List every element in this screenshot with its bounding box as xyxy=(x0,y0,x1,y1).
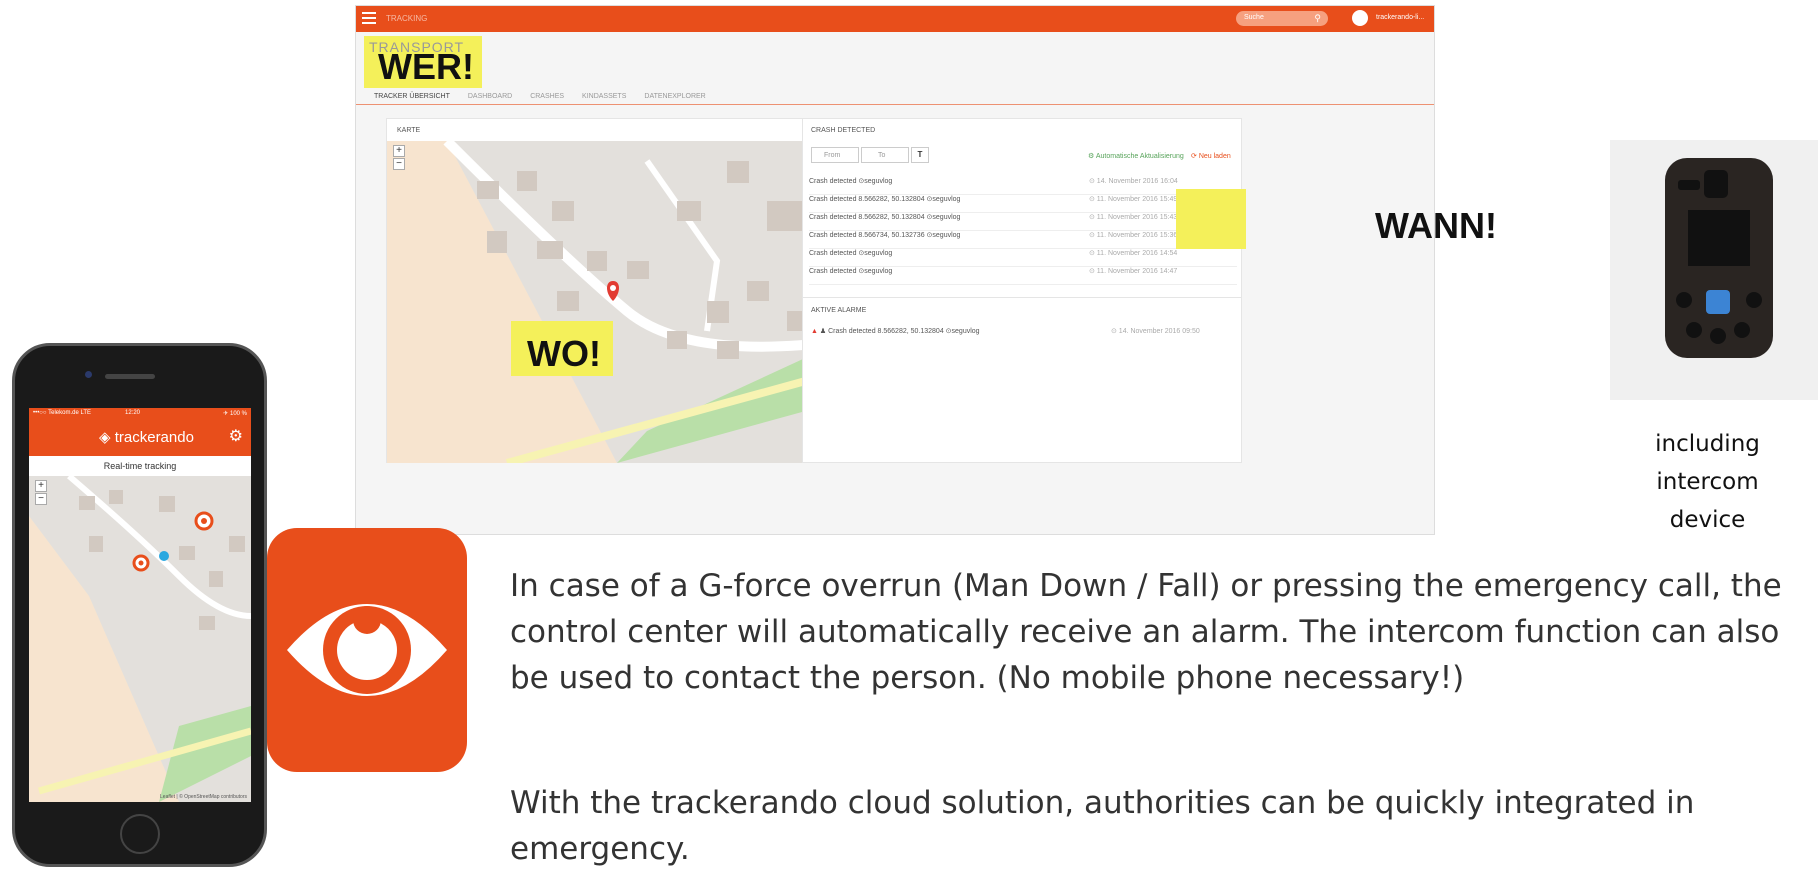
map-zoom-in-button[interactable]: + xyxy=(393,145,405,157)
crash-text: Crash detected ⊙seguvlog xyxy=(809,178,893,185)
filter-icon[interactable]: T xyxy=(911,147,929,163)
map-zoom-out-button[interactable]: − xyxy=(393,158,405,170)
map-view[interactable]: + − xyxy=(387,141,842,463)
status-battery: ✈ 100 % xyxy=(223,411,247,417)
menu-icon[interactable] xyxy=(362,12,376,24)
home-button[interactable] xyxy=(120,814,160,854)
phone-map-pin-2 xyxy=(132,554,150,572)
status-carrier: •••○○ Telekom.de LTE xyxy=(33,410,92,416)
tab-underline xyxy=(356,104,1434,105)
description-paragraph-2: With the trackerando cloud solution, aut… xyxy=(510,785,1695,867)
warning-icon: ▲ xyxy=(811,328,818,335)
list-item[interactable]: Crash detected 8.566282, 50.132804 ⊙segu… xyxy=(809,195,1237,213)
intercom-device-icon xyxy=(1665,158,1773,358)
map-panel-title: KARTE xyxy=(397,127,421,134)
auto-update-toggle[interactable]: ⚙ Automatische Aktualisierung xyxy=(1088,152,1184,160)
to-date-input[interactable]: To xyxy=(861,147,909,163)
eye-icon: ◈ xyxy=(99,429,111,446)
status-time: 12:20 xyxy=(125,410,141,416)
crash-date: ⊙ 11. November 2016 15:36 xyxy=(1089,232,1178,239)
crash-text: Crash detected 8.566282, 50.132804 ⊙segu… xyxy=(809,214,961,221)
alarms-title: AKTIVE ALARME xyxy=(811,307,867,314)
top-bar: TRACKING Suche ⚲ trackerando-li... xyxy=(356,6,1434,32)
from-date-input[interactable]: From xyxy=(811,147,859,163)
phone-map-pin-1 xyxy=(194,511,214,531)
wo-label: WO! xyxy=(527,333,601,374)
phone-speaker xyxy=(105,374,155,379)
device-caption: including intercom device xyxy=(1655,431,1760,533)
wann-label: WANN! xyxy=(1375,205,1497,246)
search-icon[interactable]: ⚲ xyxy=(1314,13,1321,24)
trackerando-app-icon xyxy=(267,528,467,772)
crash-list: Crash detected ⊙seguvlog ⊙ 14. November 2… xyxy=(809,177,1237,285)
app-header: •••○○ Telekom.de LTE 12:20 ✈ 100 % ◈ tra… xyxy=(29,408,251,456)
alarm-text: Crash detected 8.566282, 50.132804 ⊙segu… xyxy=(828,328,980,335)
dashboard-screenshot: TRACKING Suche ⚲ trackerando-li... TRANS… xyxy=(355,5,1435,535)
crash-text: Crash detected 8.566282, 50.132804 ⊙segu… xyxy=(809,196,961,203)
user-avatar-icon[interactable] xyxy=(1352,10,1368,26)
list-item[interactable]: Crash detected ⊙seguvlog ⊙ 11. November 2… xyxy=(809,249,1237,267)
list-item[interactable]: Crash detected 8.566734, 50.132736 ⊙segu… xyxy=(809,231,1237,249)
smartphone: •••○○ Telekom.de LTE 12:20 ✈ 100 % ◈ tra… xyxy=(12,343,267,867)
wann-highlight-box xyxy=(1176,189,1246,249)
crash-text: Crash detected ⊙seguvlog xyxy=(809,250,893,257)
alarm-row[interactable]: ▲ ♟ Crash detected 8.566282, 50.132804 ⊙… xyxy=(811,327,1231,341)
wo-highlight: WO! xyxy=(511,321,613,376)
phone-screen: •••○○ Telekom.de LTE 12:20 ✈ 100 % ◈ tra… xyxy=(29,408,251,802)
crash-panel-title: CRASH DETECTED xyxy=(811,127,876,134)
phone-camera xyxy=(85,371,92,378)
phone-map-current-location xyxy=(159,551,169,561)
alarm-date: ⊙ 14. November 2016 09:50 xyxy=(1111,328,1200,335)
crash-date: ⊙ 11. November 2016 14:47 xyxy=(1089,268,1178,275)
map-panel: KARTE ⋮ xyxy=(386,118,843,463)
list-item[interactable]: Crash detected ⊙seguvlog ⊙ 14. November 2… xyxy=(809,177,1237,195)
phone-map-svg xyxy=(29,473,251,802)
crash-date: ⊙ 14. November 2016 16:04 xyxy=(1089,178,1178,185)
divider xyxy=(803,297,1241,298)
description-paragraph-1: In case of a G-force overrun (Man Down /… xyxy=(510,568,1782,696)
phone-zoom-in-button[interactable]: + xyxy=(35,480,47,492)
phone-zoom-out-button[interactable]: − xyxy=(35,493,47,505)
person-icon: ♟ xyxy=(819,328,827,335)
wer-label: WER! xyxy=(378,46,474,87)
search-input[interactable]: Suche ⚲ xyxy=(1236,11,1328,26)
crash-panel: CRASH DETECTED From To T ⚙ Automatische … xyxy=(802,118,1242,463)
search-placeholder: Suche xyxy=(1244,14,1264,21)
app-name: trackerando xyxy=(114,429,194,446)
reload-label: Neu laden xyxy=(1198,153,1231,160)
settings-gear-icon[interactable]: ⚙ xyxy=(229,426,243,446)
intercom-device-photo xyxy=(1610,140,1818,400)
eye-logo-icon xyxy=(287,604,447,696)
crash-text: Crash detected ⊙seguvlog xyxy=(809,268,893,275)
map-attribution: Leaflet | © OpenStreetMap contributors xyxy=(160,794,247,800)
crash-text: Crash detected 8.566734, 50.132736 ⊙segu… xyxy=(809,232,961,239)
map-svg xyxy=(387,141,842,463)
crash-date: ⊙ 11. November 2016 14:54 xyxy=(1089,250,1178,257)
crash-date: ⊙ 11. November 2016 15:43 xyxy=(1089,214,1178,221)
user-name[interactable]: trackerando-li... xyxy=(1376,14,1424,21)
auto-update-label: Automatische Aktualisierung xyxy=(1095,153,1184,160)
wer-highlight: TRANSPORT WER! xyxy=(364,36,482,88)
list-item[interactable]: Crash detected 8.566282, 50.132804 ⊙segu… xyxy=(809,213,1237,231)
reload-button[interactable]: ⟳ Neu laden xyxy=(1191,152,1231,160)
map-side-road xyxy=(644,159,721,332)
list-item[interactable]: Crash detected ⊙seguvlog ⊙ 11. November 2… xyxy=(809,267,1237,285)
phone-map[interactable]: + − Leaflet | © OpenStreetMap contributo… xyxy=(29,473,251,802)
app-logo: ◈ trackerando xyxy=(99,428,194,446)
realtime-tracking-label: Real-time tracking xyxy=(103,461,177,471)
crash-date: ⊙ 11. November 2016 15:49 xyxy=(1089,196,1178,203)
subtitle-bar: Real-time tracking xyxy=(29,456,251,476)
app-title: TRACKING xyxy=(386,14,428,23)
